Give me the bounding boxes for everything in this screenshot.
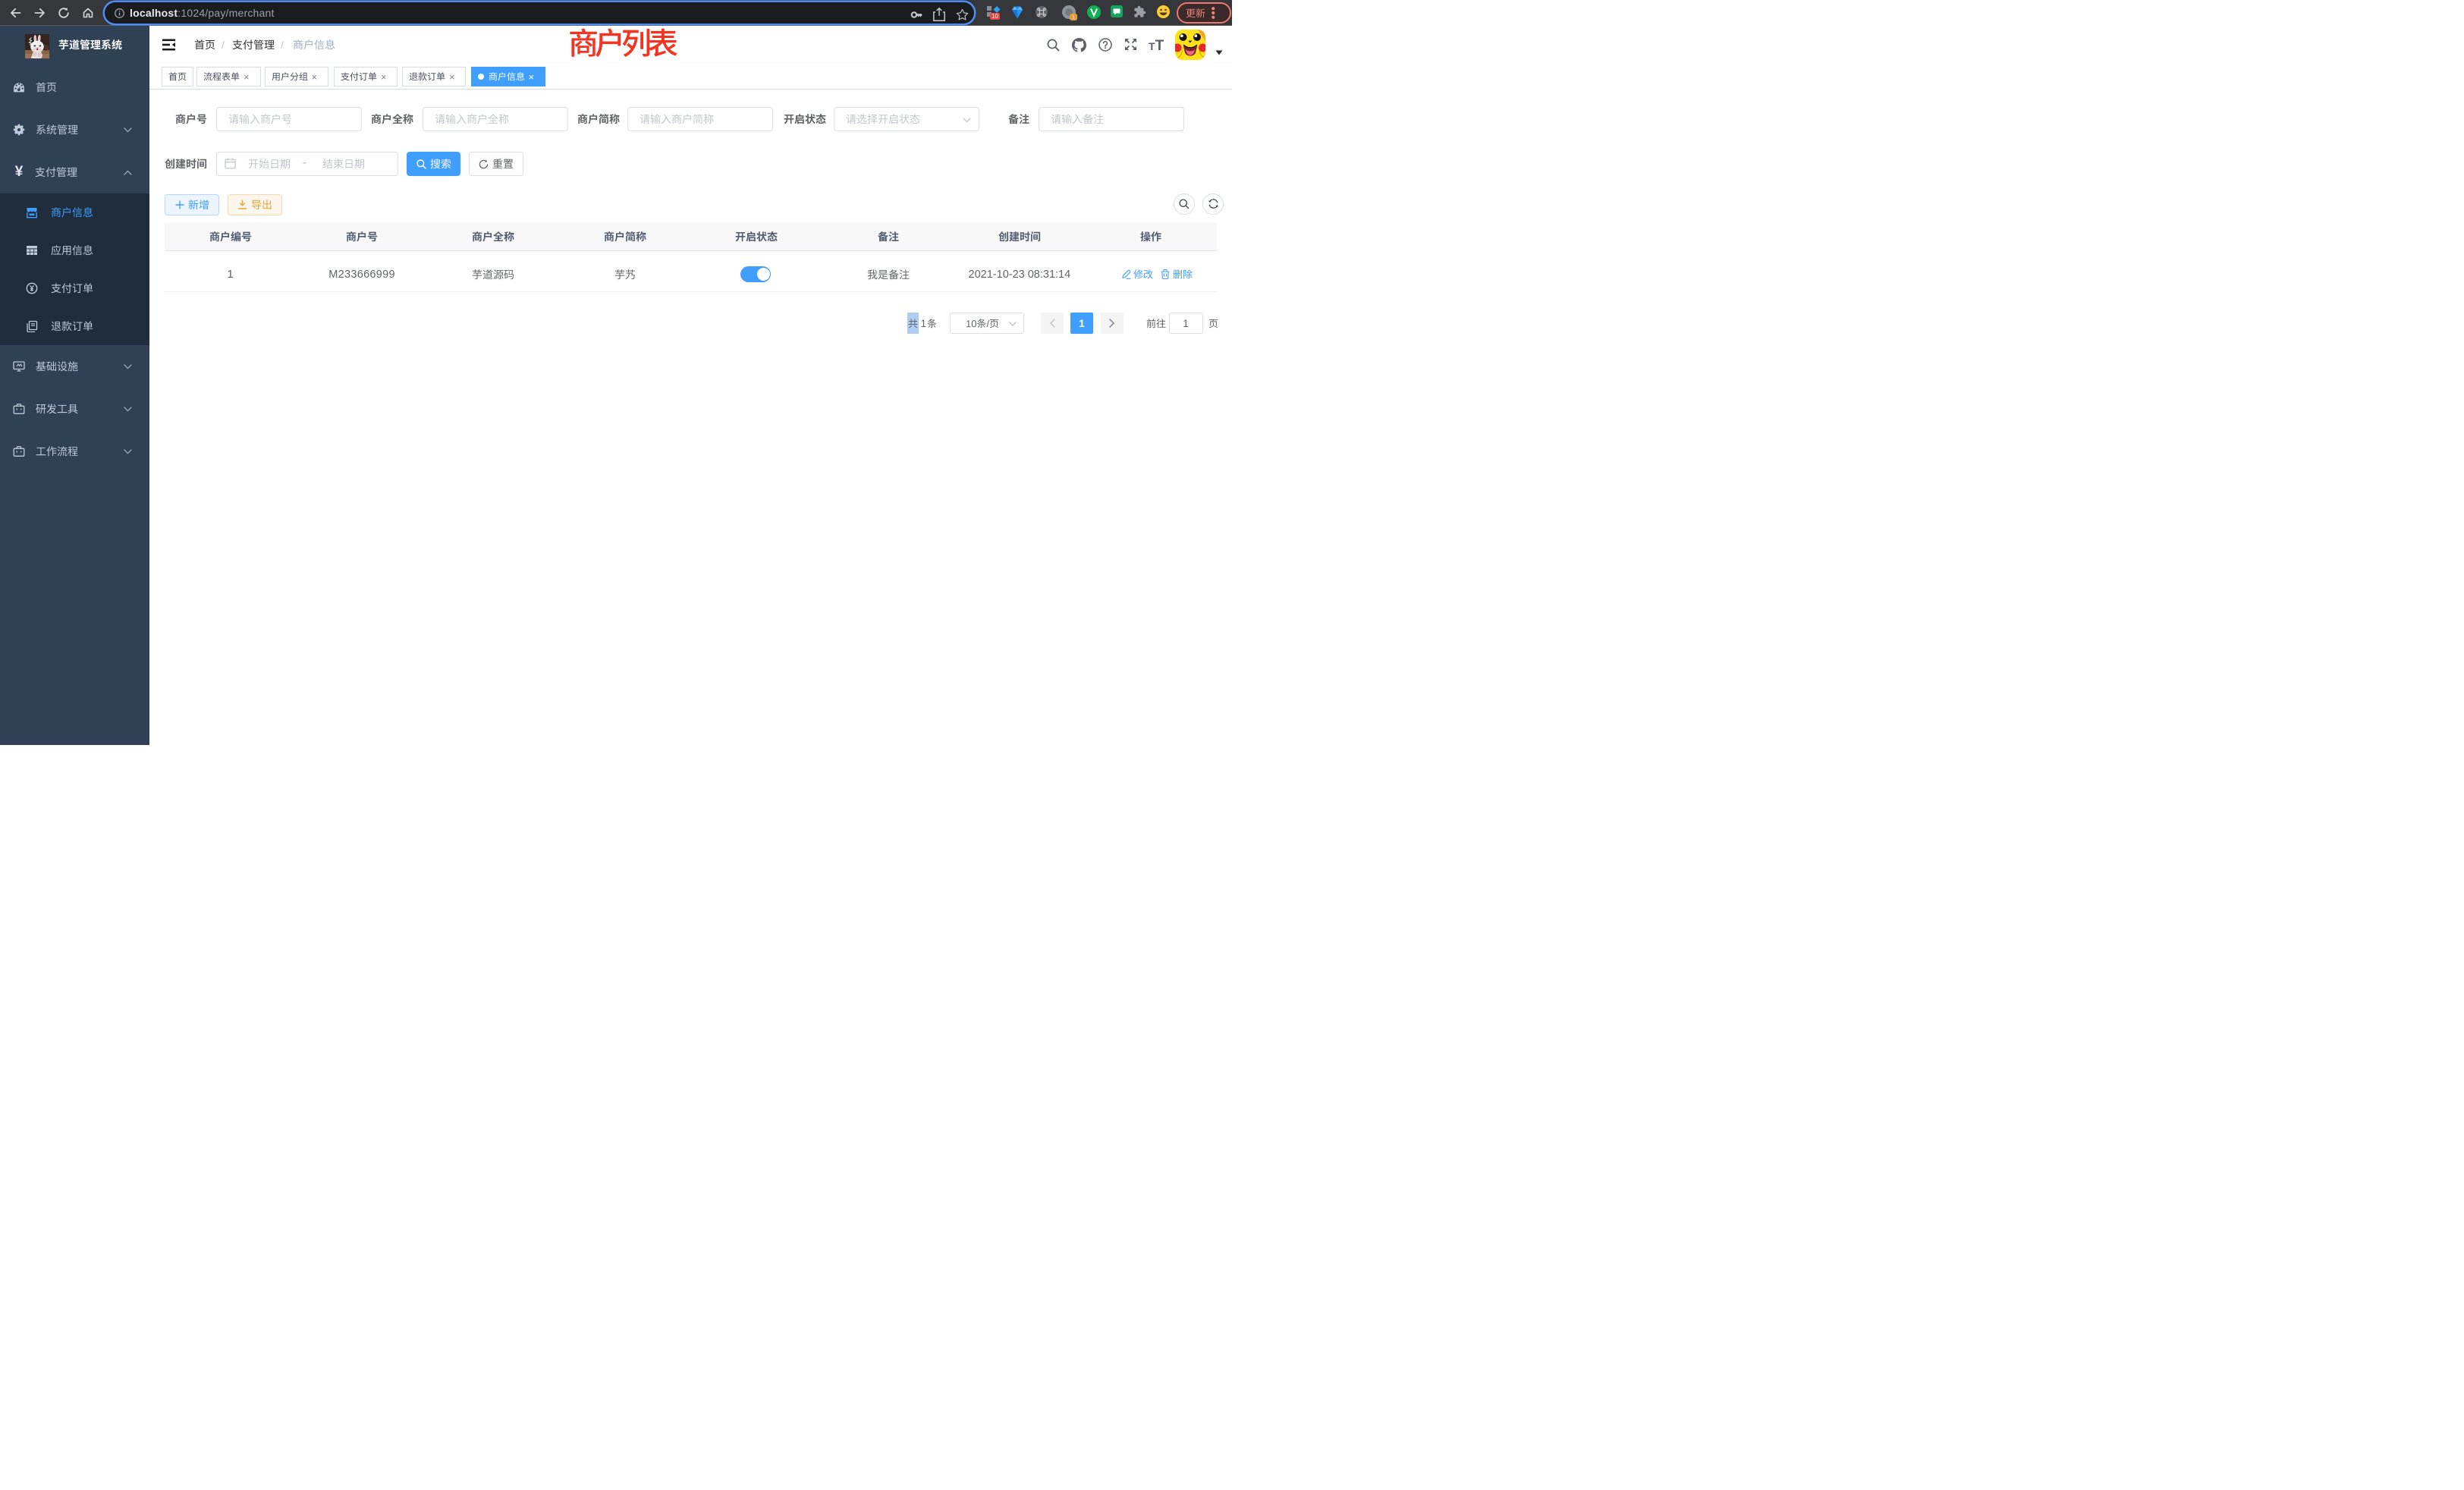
svg-text:10: 10 — [992, 13, 998, 20]
svg-text:1: 1 — [1072, 14, 1075, 20]
